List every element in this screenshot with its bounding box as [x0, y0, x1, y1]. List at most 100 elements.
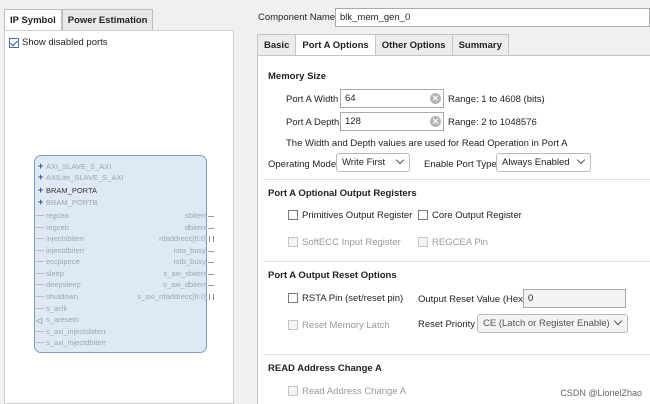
port-label: rsta_busy	[173, 246, 206, 255]
tab-port-a-options[interactable]: Port A Options	[295, 34, 376, 56]
tab-summary[interactable]: Summary	[451, 34, 509, 56]
port-label: s_axi_dbiterr	[163, 280, 206, 289]
enable-port-type-label: Enable Port Type	[424, 159, 497, 170]
port-left-3: + BRAM_PORTB	[38, 197, 98, 208]
pin-line-icon	[36, 342, 44, 343]
port-label: dbiterr	[184, 223, 206, 232]
operating-mode-select[interactable]: Write First	[336, 153, 410, 172]
port-label: s_axi_injectdbiterr	[46, 338, 107, 347]
softecc-input-register-checkbox: SoftECC Input Register	[288, 237, 401, 248]
bus-pin-icon	[209, 236, 214, 243]
port-a-width-label: Port A Width	[286, 94, 339, 105]
pin-line-icon	[36, 250, 44, 251]
rsta-pin-checkbox[interactable]: RSTA Pin (set/reset pin)	[288, 293, 403, 304]
port-label: rstb_busy	[173, 257, 206, 266]
port-label: s_aclk	[46, 304, 68, 313]
divider	[264, 179, 650, 180]
reset-priority-select[interactable]: CE (Latch or Register Enable)	[477, 314, 628, 333]
checkbox-checked-icon[interactable]	[9, 37, 19, 48]
watermark: CSDN @LionelZhao	[560, 388, 642, 398]
bus-pin-icon	[209, 294, 214, 301]
ip-block[interactable]: + AXI_SLAVE_S_AXI + AXILite_SLAVE_S_AXI + BRA…	[34, 155, 214, 353]
expand-plus-icon[interactable]: +	[38, 185, 43, 196]
port-right-5: s_axi_sbiterr	[163, 268, 214, 279]
port-left-14: s_axi_injectsbiterr	[36, 326, 106, 337]
port-label: injectdbiterr	[46, 246, 85, 255]
port-label: AXILite_SLAVE_S_AXI	[46, 173, 124, 182]
component-name-label: Component Name	[258, 12, 336, 23]
pin-line-icon	[208, 250, 214, 252]
pin-line-icon	[36, 261, 44, 262]
clear-icon[interactable]: ✕	[430, 116, 441, 127]
port-label: rdaddrecc[6:0]	[159, 234, 207, 243]
tab-power-estimation[interactable]: Power Estimation	[61, 9, 154, 31]
port-label: deepsleep	[46, 280, 81, 289]
tab-basic[interactable]: Basic	[257, 34, 297, 56]
read-address-change-title: READ Address Change A	[268, 363, 382, 374]
checkbox-icon[interactable]	[288, 210, 298, 221]
port-right-1: dbiterr	[185, 222, 214, 233]
checkbox-icon[interactable]	[288, 293, 298, 304]
port-right-3: rsta_busy	[173, 245, 214, 256]
operating-mode-label: Operating Mode	[268, 159, 337, 170]
port-left-13: ◁ s_aresetn	[36, 314, 79, 325]
pin-line-icon	[36, 215, 44, 216]
config-tab-bar: Basic Port A Options Other Options Summa…	[257, 34, 509, 56]
port-a-depth-range: Range: 2 to 1048576	[448, 117, 537, 128]
port-left-10: deepsleep	[36, 279, 81, 290]
primitives-output-register-checkbox[interactable]: Primitives Output Register	[288, 210, 412, 221]
port-label: s_axi_sbiterr	[163, 269, 206, 278]
checkbox-icon	[288, 237, 298, 248]
port-a-depth-input[interactable]: 128	[340, 112, 444, 131]
port-a-width-range: Range: 1 to 4608 (bits)	[448, 94, 545, 105]
pin-line-icon	[208, 261, 214, 263]
pin-line-icon	[36, 227, 44, 228]
chevron-down-icon	[395, 155, 405, 165]
tab-ip-symbol[interactable]: IP Symbol	[4, 9, 62, 31]
output-reset-value-input[interactable]: 0	[523, 289, 626, 308]
width-depth-note: The Width and Depth values are used for …	[286, 138, 568, 149]
port-label: injectsbiterr	[46, 234, 85, 243]
port-label: s_aresetn	[46, 315, 79, 324]
port-label: sbiterr	[185, 211, 206, 220]
port-label: eccpipece	[46, 257, 80, 266]
optional-output-registers-title: Port A Optional Output Registers	[268, 188, 417, 199]
chevron-down-icon	[576, 155, 586, 165]
expand-plus-icon[interactable]: +	[38, 161, 43, 172]
left-tab-bar: IP Symbol Power Estimation	[4, 9, 154, 31]
pin-line-icon	[36, 331, 44, 332]
port-right-6: s_axi_dbiterr	[163, 279, 214, 290]
tab-other-options[interactable]: Other Options	[374, 34, 453, 56]
pin-line-icon	[36, 273, 44, 274]
checkbox-icon[interactable]	[418, 210, 428, 221]
clear-icon[interactable]: ✕	[430, 93, 441, 104]
reset-memory-latch-checkbox: Reset Memory Latch	[288, 320, 390, 331]
port-left-6: injectsbiterr	[36, 233, 85, 244]
component-name-input[interactable]: blk_mem_gen_0	[335, 8, 650, 27]
port-left-1: + AXILite_SLAVE_S_AXI	[38, 172, 124, 183]
port-left-8: eccpipece	[36, 256, 80, 267]
pin-line-icon	[208, 215, 214, 217]
enable-port-type-select[interactable]: Always Enabled	[496, 153, 591, 172]
port-right-7: s_axi_rdaddrecc[6:0]	[137, 291, 214, 302]
port-a-options-panel: Memory Size Port A Width 64 ✕ Range: 1 t…	[257, 55, 650, 404]
regcea-pin-checkbox: REGCEA Pin	[418, 237, 488, 248]
port-label: s_axi_rdaddrecc[6:0]	[137, 292, 207, 301]
core-output-register-checkbox[interactable]: Core Output Register	[418, 210, 522, 221]
port-a-width-input[interactable]: 64	[340, 89, 444, 108]
port-label: shutdown	[46, 292, 79, 301]
port-left-15: s_axi_injectdbiterr	[36, 337, 107, 348]
memory-size-title: Memory Size	[268, 71, 327, 82]
pin-line-icon	[208, 227, 214, 229]
expand-plus-icon[interactable]: +	[38, 197, 43, 208]
expand-plus-icon[interactable]: +	[38, 172, 43, 183]
port-label: regcea	[46, 211, 69, 220]
output-reset-options-title: Port A Output Reset Options	[268, 270, 397, 281]
port-label: BRAM_PORTA	[46, 186, 97, 195]
show-disabled-ports-checkbox[interactable]: Show disabled ports	[9, 37, 108, 48]
port-left-0: + AXI_SLAVE_S_AXI	[38, 161, 111, 172]
port-right-0: sbiterr	[185, 210, 214, 221]
config-panel: Component Name blk_mem_gen_0 Basic Port …	[252, 0, 650, 404]
checkbox-icon	[288, 386, 298, 397]
port-left-9: sleep	[36, 268, 64, 279]
